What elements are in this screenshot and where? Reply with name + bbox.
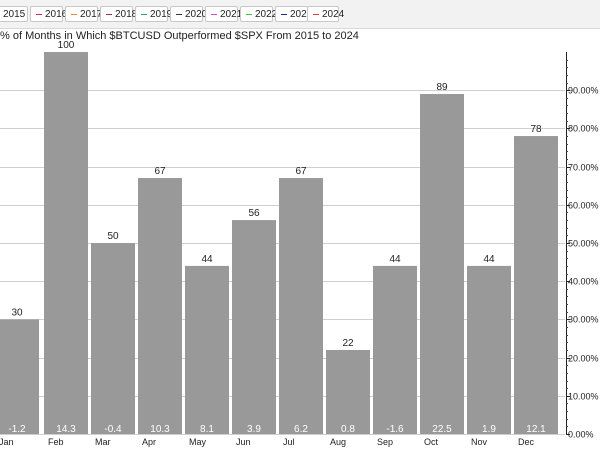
bar-value-label: 30 xyxy=(11,307,23,318)
chart-plot: 30 -1.2 Jan 100 14.3 Feb 50 -0.4 Mar 67 10.3 Apr 44 8… xyxy=(0,40,599,447)
x-tick-label: Apr xyxy=(142,437,156,447)
bar-jun xyxy=(232,220,276,434)
bar-dec xyxy=(514,136,558,435)
bar-sep xyxy=(373,265,417,434)
y-tick-label: 30.00% xyxy=(568,315,599,325)
bar-nov xyxy=(467,265,511,434)
bar-bottom-label: 3.9 xyxy=(247,424,261,435)
bar-apr xyxy=(138,178,182,434)
x-tick-label: Mar xyxy=(95,437,111,447)
y-tick-label: 60.00% xyxy=(568,201,599,211)
x-tick-label: Oct xyxy=(424,437,439,447)
y-tick-label: 0.00% xyxy=(568,430,594,440)
bar-value-label: 44 xyxy=(389,254,401,265)
bar-value-label: 89 xyxy=(436,82,448,93)
bar-bottom-label: 0.8 xyxy=(341,424,355,435)
y-tick-label: 90.00% xyxy=(568,86,599,96)
bar-bottom-label: -1.2 xyxy=(8,424,26,435)
bar-bottom-label: 12.1 xyxy=(526,424,546,435)
bar-value-label: 67 xyxy=(154,166,166,177)
bar-bottom-label: -1.6 xyxy=(386,424,404,435)
x-tick-label: Nov xyxy=(471,437,488,447)
x-tick-label: Aug xyxy=(330,437,346,447)
x-tick-label: May xyxy=(189,437,207,447)
bar-bottom-label: 22.5 xyxy=(432,424,452,435)
bar-value-label: 44 xyxy=(483,254,495,265)
bar-aug xyxy=(326,349,370,434)
x-tick-label: Jun xyxy=(236,437,251,447)
bar-oct xyxy=(420,94,464,435)
bar-bottom-label: -0.4 xyxy=(104,424,122,435)
y-tick-label: 70.00% xyxy=(568,163,599,173)
bar-bottom-label: 6.2 xyxy=(294,424,308,435)
x-tick-label: Dec xyxy=(518,437,535,447)
x-tick-label: Jan xyxy=(0,437,14,447)
bar-jan xyxy=(0,319,39,434)
bar-value-label: 22 xyxy=(342,338,354,349)
x-tick-label: Sep xyxy=(377,437,393,447)
bar-may xyxy=(185,265,229,434)
bar-mar xyxy=(91,243,135,434)
y-tick-label: 20.00% xyxy=(568,354,599,364)
bar-feb xyxy=(44,52,88,434)
bar-bottom-label: 8.1 xyxy=(200,424,214,435)
bar-value-label: 67 xyxy=(295,166,307,177)
y-tick-label: 10.00% xyxy=(568,392,599,402)
y-tick-label: 80.00% xyxy=(568,124,599,134)
bar-value-label: 50 xyxy=(107,231,119,242)
bar-value-label: 78 xyxy=(530,124,542,135)
bar-value-label: 56 xyxy=(248,208,260,219)
bar-value-label: 100 xyxy=(58,40,75,51)
bar-bottom-label: 14.3 xyxy=(56,424,76,435)
bar-jul xyxy=(279,178,323,434)
x-tick-label: Feb xyxy=(48,437,64,447)
x-tick-label: Jul xyxy=(283,437,295,447)
bar-value-label: 44 xyxy=(201,254,213,265)
y-tick-label: 50.00% xyxy=(568,239,599,249)
bar-bottom-label: 1.9 xyxy=(482,424,496,435)
y-tick-label: 40.00% xyxy=(568,277,599,287)
bar-bottom-label: 10.3 xyxy=(150,424,170,435)
